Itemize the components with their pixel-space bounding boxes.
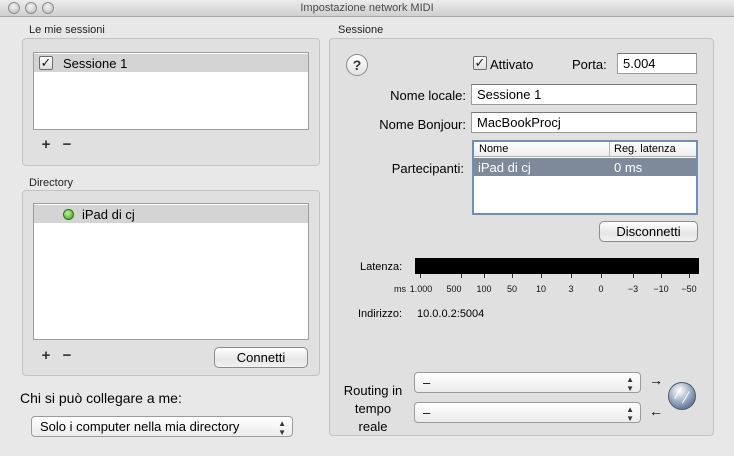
sessions-list[interactable]: ✓ Sessione 1 xyxy=(33,52,309,130)
routing-label-line1: Routing in xyxy=(343,383,403,398)
session-name: Sessione 1 xyxy=(63,56,128,71)
directory-group: iPad di cj + − Connetti xyxy=(22,190,320,376)
directory-heading: Directory xyxy=(29,177,74,189)
arrow-left-icon: ← xyxy=(649,403,663,419)
bonjour-name-label: Nome Bonjour: xyxy=(379,117,466,132)
routing-label-line2: tempo reale xyxy=(354,401,392,434)
column-header-name[interactable]: Nome xyxy=(479,143,508,155)
column-header-latency[interactable]: Reg. latenza xyxy=(614,143,676,155)
add-session-button[interactable]: + xyxy=(39,136,53,153)
popup-arrows-icon: ▲ ▼ xyxy=(626,375,634,393)
arrow-right-icon: → xyxy=(649,372,663,388)
latency-tick: −3 xyxy=(627,284,639,294)
port-field[interactable]: 5.004 xyxy=(617,53,697,74)
local-name-field[interactable]: Sessione 1 xyxy=(471,84,697,105)
minimize-window-icon[interactable] xyxy=(25,2,37,14)
session-enabled-checkbox[interactable]: ✓ xyxy=(39,56,53,70)
add-directory-button[interactable]: + xyxy=(39,347,53,364)
enabled-label: Attivato xyxy=(490,57,534,72)
sessions-group: ✓ Sessione 1 + − xyxy=(22,38,320,166)
latency-tick: 10 xyxy=(535,284,546,294)
session-heading: Sessione xyxy=(338,24,384,36)
routing-out-select[interactable]: – ▲ ▼ xyxy=(414,402,641,423)
latency-tick: 1.000 xyxy=(409,284,433,294)
latency-tick: 500 xyxy=(446,284,462,294)
latency-scale xyxy=(415,274,699,282)
address-label: Indirizzo: xyxy=(358,308,403,320)
connect-button[interactable]: Connetti xyxy=(214,347,308,368)
bonjour-name-field[interactable]: MacBookProcj xyxy=(471,112,697,133)
title-bar: Impostazione network MIDI xyxy=(0,0,734,17)
participants-header: Nome Reg. latenza xyxy=(474,142,696,157)
latency-tick: 0 xyxy=(598,284,604,294)
remove-session-button[interactable]: − xyxy=(60,136,74,153)
help-button[interactable]: ? xyxy=(346,54,368,76)
latency-tick: 3 xyxy=(568,284,574,294)
participants-table[interactable]: Nome Reg. latenza iPad di cj 0 ms xyxy=(472,140,698,215)
address-value: 10.0.0.2:5004 xyxy=(417,308,485,320)
sessions-heading: Le mie sessioni xyxy=(29,24,105,36)
participant-latency: 0 ms xyxy=(614,160,643,175)
status-dot-icon xyxy=(63,209,74,220)
table-row[interactable]: iPad di cj 0 ms xyxy=(474,158,696,176)
port-label: Porta: xyxy=(572,57,607,72)
latency-tick: −10 xyxy=(653,284,669,294)
list-item[interactable]: ✓ Sessione 1 xyxy=(34,54,308,72)
routing-in-value: – xyxy=(423,375,431,390)
session-group: ? ✓ Attivato Porta: 5.004 Nome locale: S… xyxy=(329,38,714,436)
window-title: Impostazione network MIDI xyxy=(300,2,434,14)
disconnect-button[interactable]: Disconnetti xyxy=(599,221,698,242)
routing-out-value: – xyxy=(423,405,431,420)
routing-in-select[interactable]: – ▲ ▼ xyxy=(414,372,641,393)
enabled-checkbox[interactable]: ✓ xyxy=(473,56,487,70)
close-window-icon[interactable] xyxy=(8,2,20,14)
latency-tick: 100 xyxy=(476,284,492,294)
who-can-connect-label: Chi si può collegare a me: xyxy=(20,390,182,406)
participants-label: Partecipanti: xyxy=(391,161,464,176)
popup-arrows-icon: ▲ ▼ xyxy=(626,405,634,423)
latency-tick: −50 xyxy=(681,284,697,294)
routing-label: Routing in tempo reale xyxy=(340,382,406,436)
list-item[interactable]: iPad di cj xyxy=(34,205,308,223)
latency-tick: 50 xyxy=(506,284,517,294)
popup-arrows-icon: ▲ ▼ xyxy=(278,419,286,437)
remove-directory-button[interactable]: − xyxy=(60,347,74,364)
column-divider xyxy=(609,142,610,157)
who-can-connect-value: Solo i computer nella mia directory xyxy=(40,419,240,434)
directory-list[interactable]: iPad di cj xyxy=(33,203,309,340)
zoom-window-icon[interactable] xyxy=(42,2,54,14)
participant-name: iPad di cj xyxy=(478,160,531,175)
directory-item-label: iPad di cj xyxy=(82,207,135,222)
latency-label: Latenza: xyxy=(360,261,403,273)
network-globe-icon xyxy=(668,382,696,410)
latency-meter xyxy=(415,258,699,274)
who-can-connect-select[interactable]: Solo i computer nella mia directory ▲ ▼ xyxy=(31,416,293,437)
local-name-label: Nome locale: xyxy=(390,88,466,103)
